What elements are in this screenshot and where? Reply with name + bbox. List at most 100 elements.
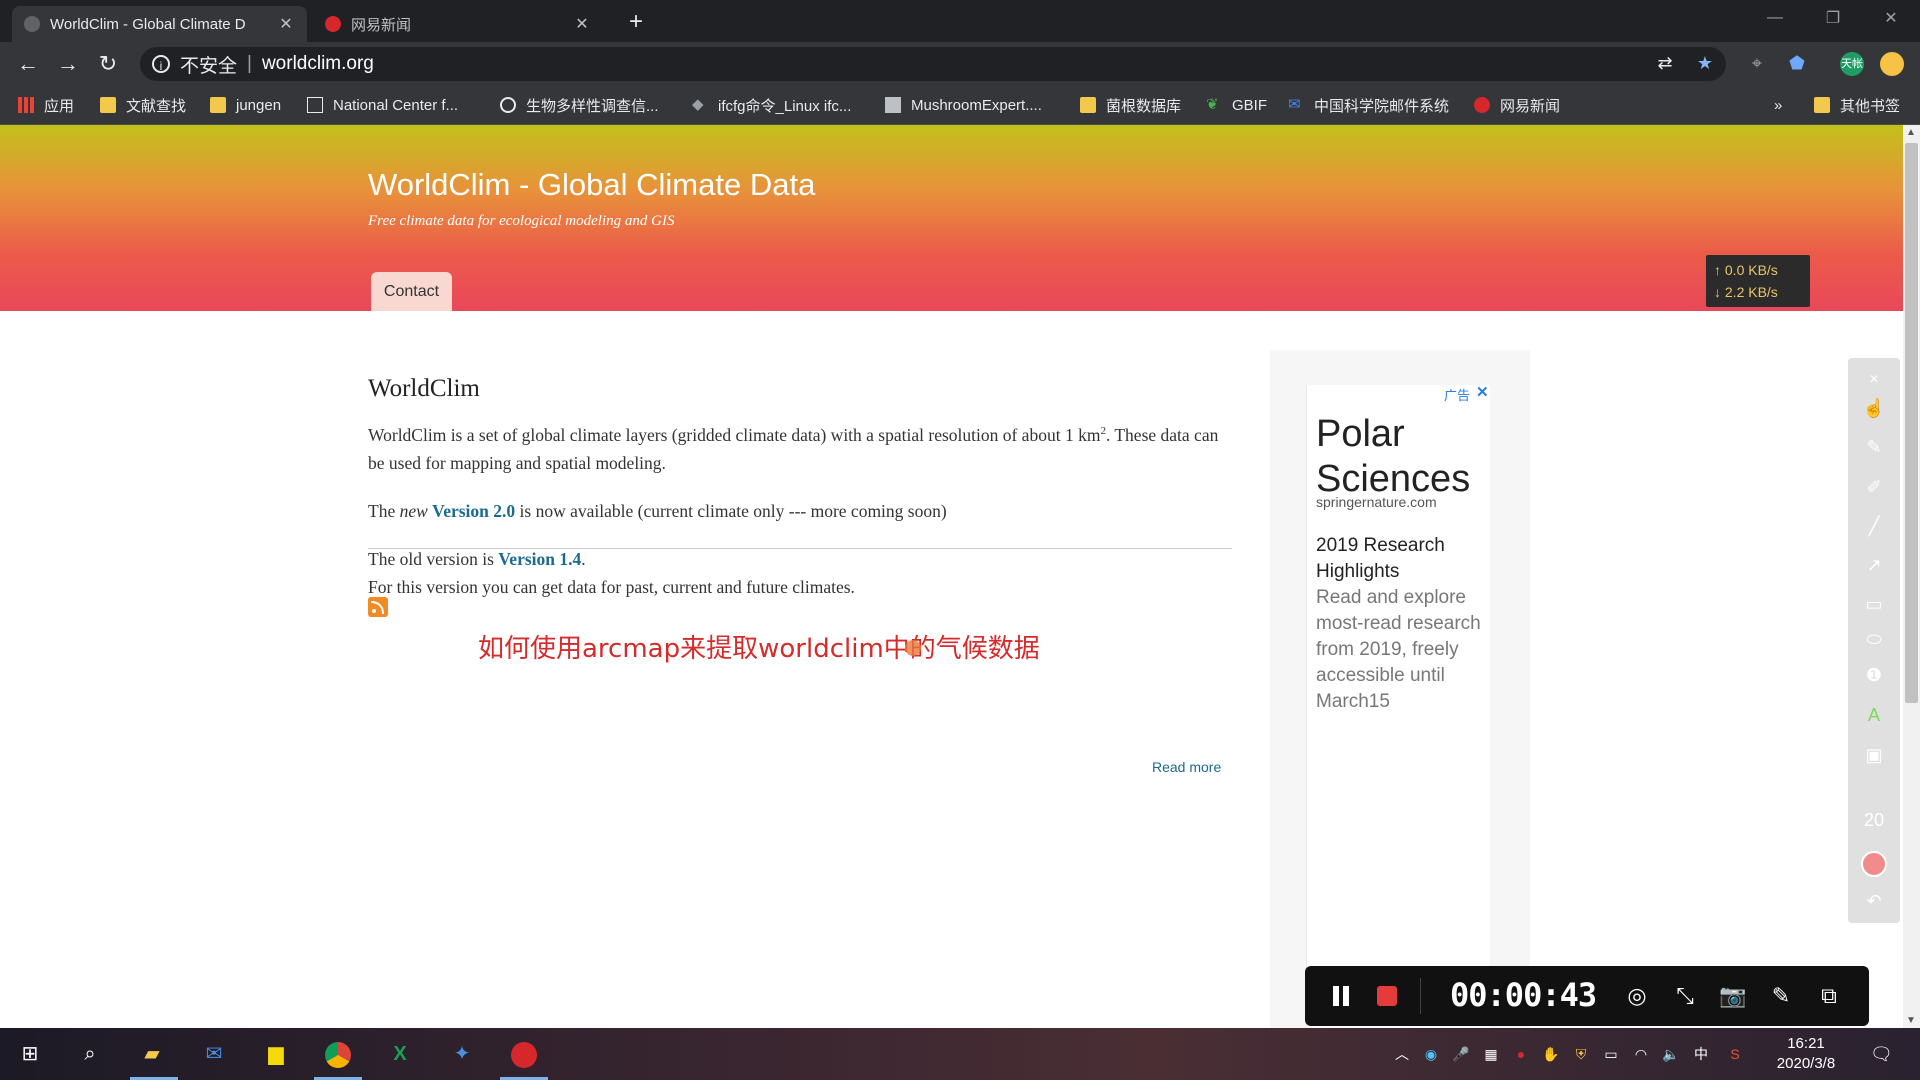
notifications-icon[interactable]: 🗨 (1870, 1042, 1893, 1066)
bookmark-label: 应用 (44, 97, 75, 115)
close-icon[interactable]: ✕ (277, 14, 295, 34)
app-icon[interactable]: ✦ (444, 1036, 480, 1072)
collapse-icon[interactable]: ⤡ (1669, 980, 1701, 1012)
restore-button[interactable]: ❐ (1810, 0, 1856, 36)
mouse-cursor-highlight (905, 640, 921, 656)
windows-start-icon[interactable]: ⊞ (12, 1036, 48, 1072)
system-clock[interactable]: 16:21 2020/3/8 (1764, 1034, 1848, 1074)
bookmark-item[interactable]: MushroomExpert.... (885, 86, 1042, 124)
tab-strip: WorldClim - Global Climate D ✕ 网易新闻 ✕ + … (0, 0, 1920, 42)
bookmark-folder[interactable]: 菌根数据库 (1080, 86, 1181, 124)
sogou-input-icon[interactable]: S (1724, 1042, 1746, 1066)
screenshot-area-icon[interactable]: ◎ (1621, 980, 1653, 1012)
info-icon[interactable]: i (152, 55, 170, 73)
ad-domain[interactable]: springernature.com (1316, 494, 1437, 510)
bookmark-apps[interactable]: 应用 (18, 86, 74, 124)
tab-netease-news[interactable]: 网易新闻 ✕ (313, 6, 603, 42)
shield-extension-icon[interactable]: ⬟ (1784, 50, 1810, 76)
chrome-icon[interactable] (320, 1036, 356, 1072)
network-speed-widget: ↑ 0.0 KB/s ↓ 2.2 KB/s (1706, 255, 1810, 307)
bookmark-item[interactable]: National Center f... (307, 86, 458, 124)
bookmark-folder[interactable]: 文献查找 (100, 86, 186, 124)
extension-badge[interactable]: 天帐 (1840, 52, 1864, 76)
paragraph-text: is now available (current climate only -… (515, 500, 947, 521)
bookmark-item[interactable]: ✉ 中国科学院邮件系统 (1288, 86, 1449, 124)
highlighter-icon[interactable]: ✐ (1848, 472, 1900, 502)
close-window-button[interactable]: ✕ (1868, 0, 1914, 36)
text-icon[interactable]: A (1848, 700, 1900, 730)
volume-icon[interactable]: 🔈 (1660, 1042, 1682, 1066)
ellipse-icon[interactable]: ⬭ (1848, 624, 1900, 654)
pause-icon[interactable] (1331, 986, 1351, 1006)
rectangle-icon[interactable]: ▭ (1848, 589, 1900, 619)
close-icon[interactable]: ✕ (573, 14, 591, 34)
minimize-button[interactable]: — (1752, 0, 1798, 36)
window-icon[interactable]: ⧉ (1813, 980, 1845, 1012)
version-1-4-link[interactable]: Version 1.4 (498, 549, 581, 569)
shield-icon[interactable]: ⛨ (1570, 1042, 1592, 1066)
bookmark-item[interactable]: ❦ GBIF (1206, 86, 1267, 124)
tray-app-icon[interactable]: ✋ (1540, 1042, 1562, 1066)
bookmark-item[interactable]: ◆ ifcfg命令_Linux ifc... (692, 86, 851, 124)
tray-app-icon[interactable]: ◉ (1420, 1042, 1442, 1066)
scroll-up-arrow[interactable]: ▲ (1906, 127, 1916, 138)
number-marker-icon[interactable]: ❶ (1848, 660, 1900, 690)
nav-contact[interactable]: Contact (371, 272, 452, 311)
translate-icon[interactable]: ⇄ (1652, 50, 1678, 76)
excel-icon[interactable]: X (382, 1036, 418, 1072)
stop-record-button[interactable] (1377, 986, 1397, 1006)
bookmark-item[interactable]: 生物多样性调查信... (500, 86, 659, 124)
new-tab-button[interactable]: + (622, 8, 650, 36)
netease-music-logo (511, 1041, 537, 1068)
battery-icon[interactable]: ▭ (1600, 1042, 1622, 1066)
microphone-icon[interactable]: 🎤 (1450, 1042, 1472, 1066)
draw-icon[interactable]: ✎ (1765, 980, 1797, 1012)
scroll-down-arrow[interactable]: ▼ (1906, 1015, 1916, 1026)
forward-button[interactable]: → (54, 50, 82, 78)
tray-app-icon[interactable]: ▦ (1480, 1042, 1502, 1066)
mail-icon[interactable]: ✉ (196, 1036, 232, 1072)
other-bookmarks[interactable]: 其他书签 (1814, 86, 1900, 124)
size-value[interactable]: 20 (1848, 805, 1900, 835)
pen-icon[interactable]: ✎ (1848, 432, 1900, 462)
ad-label[interactable]: 广告 (1444, 385, 1470, 404)
ime-indicator[interactable]: 中 (1690, 1042, 1712, 1066)
bookmark-folder[interactable]: jungen (210, 86, 281, 124)
netease-music-icon[interactable] (506, 1036, 542, 1072)
close-icon[interactable]: ✕ (1848, 364, 1900, 394)
location-icon[interactable]: ⌖ (1744, 50, 1770, 76)
netease-music-tray-icon[interactable]: ● (1510, 1042, 1532, 1066)
ad-title[interactable]: Polar Sciences (1316, 412, 1496, 502)
address-bar[interactable]: i 不安全 | worldclim.org (140, 47, 1726, 81)
undo-icon[interactable]: ↶ (1848, 886, 1900, 916)
version-2-link[interactable]: Version 2.0 (432, 501, 515, 521)
bookmark-label: 网易新闻 (1500, 97, 1561, 115)
scroll-thumb[interactable] (1905, 143, 1918, 703)
read-more-link[interactable]: Read more (1152, 753, 1221, 781)
pointer-icon[interactable]: ☝ (1848, 393, 1900, 423)
reload-button[interactable]: ↻ (94, 50, 122, 78)
bookmark-item[interactable]: 网易新闻 (1474, 86, 1560, 124)
tray-expand-icon[interactable]: ︿ (1391, 1042, 1413, 1066)
file-explorer-icon[interactable]: ▰ (134, 1036, 170, 1072)
bookmark-star-icon[interactable]: ★ (1692, 50, 1718, 76)
url-text[interactable]: worldclim.org (262, 53, 374, 75)
back-button[interactable]: ← (14, 50, 42, 78)
camera-icon[interactable]: 📷 (1717, 980, 1749, 1012)
rss-feed-icon[interactable] (368, 597, 388, 617)
profile-avatar[interactable] (1880, 52, 1904, 76)
ad-body[interactable]: Read and explore most-read research from… (1316, 585, 1486, 715)
tab-worldclim[interactable]: WorldClim - Global Climate D ✕ (12, 6, 307, 42)
site-title[interactable]: WorldClim - Global Climate Data (368, 167, 815, 203)
bookmarks-overflow-button[interactable]: » (1774, 86, 1782, 124)
sticky-notes-icon[interactable]: ▆ (258, 1036, 294, 1072)
ad-close-icon[interactable]: ✕ (1476, 383, 1489, 401)
search-icon[interactable]: ⌕ (72, 1036, 108, 1072)
ad-headline[interactable]: 2019 Research Highlights (1316, 533, 1486, 585)
color-picker[interactable] (1848, 848, 1900, 878)
clock-date: 2020/3/8 (1776, 1055, 1836, 1072)
arrow-icon[interactable]: ↗ (1848, 550, 1900, 580)
line-icon[interactable]: ╱ (1848, 511, 1900, 541)
wifi-icon[interactable]: ◠ (1630, 1042, 1652, 1066)
whiteboard-icon[interactable]: ▣ (1848, 740, 1900, 770)
